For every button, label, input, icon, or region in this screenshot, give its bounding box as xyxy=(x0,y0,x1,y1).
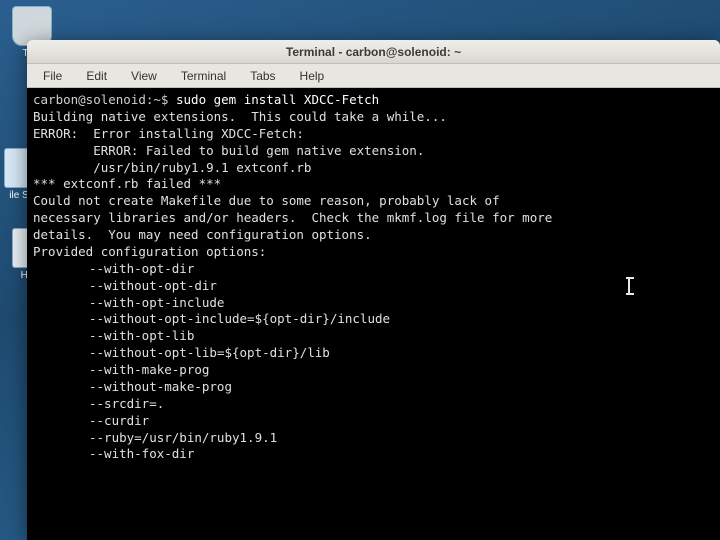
config-option: --srcdir=. xyxy=(33,396,714,413)
output-line: /usr/bin/ruby1.9.1 extconf.rb xyxy=(33,160,714,177)
config-option: --with-opt-dir xyxy=(33,261,714,278)
output-line: Building native extensions. This could t… xyxy=(33,109,714,126)
menu-terminal[interactable]: Terminal xyxy=(171,66,236,86)
window-title: Terminal - carbon@solenoid: ~ xyxy=(286,45,461,59)
menu-view[interactable]: View xyxy=(121,66,167,86)
text-cursor-icon xyxy=(628,278,630,294)
config-option: --curdir xyxy=(33,413,714,430)
config-option: --with-make-prog xyxy=(33,362,714,379)
config-option: --with-opt-include xyxy=(33,295,714,312)
menu-help[interactable]: Help xyxy=(290,66,335,86)
config-option: --with-opt-lib xyxy=(33,328,714,345)
config-option: --without-opt-dir xyxy=(33,278,714,295)
output-line: necessary libraries and/or headers. Chec… xyxy=(33,210,714,227)
menu-edit[interactable]: Edit xyxy=(76,66,117,86)
terminal-output[interactable]: carbon@solenoid:~$ sudo gem install XDCC… xyxy=(27,88,720,540)
output-line: *** extconf.rb failed *** xyxy=(33,176,714,193)
menu-tabs[interactable]: Tabs xyxy=(240,66,285,86)
config-option: --without-opt-lib=${opt-dir}/lib xyxy=(33,345,714,362)
config-option: --ruby=/usr/bin/ruby1.9.1 xyxy=(33,430,714,447)
command-text: sudo gem install XDCC-Fetch xyxy=(176,92,379,107)
menu-file[interactable]: File xyxy=(33,66,72,86)
output-line: ERROR: Failed to build gem native extens… xyxy=(33,143,714,160)
config-option: --without-make-prog xyxy=(33,379,714,396)
prompt-line: carbon@solenoid:~$ sudo gem install XDCC… xyxy=(33,92,714,109)
prompt: carbon@solenoid:~$ xyxy=(33,92,176,107)
config-option: --with-fox-dir xyxy=(33,446,714,463)
output-line: ERROR: Error installing XDCC-Fetch: xyxy=(33,126,714,143)
terminal-window: Terminal - carbon@solenoid: ~ File Edit … xyxy=(27,40,720,540)
output-line: Could not create Makefile due to some re… xyxy=(33,193,714,210)
window-titlebar[interactable]: Terminal - carbon@solenoid: ~ xyxy=(27,40,720,64)
output-line: Provided configuration options: xyxy=(33,244,714,261)
config-option: --without-opt-include=${opt-dir}/include xyxy=(33,311,714,328)
menubar: File Edit View Terminal Tabs Help xyxy=(27,64,720,88)
output-line: details. You may need configuration opti… xyxy=(33,227,714,244)
